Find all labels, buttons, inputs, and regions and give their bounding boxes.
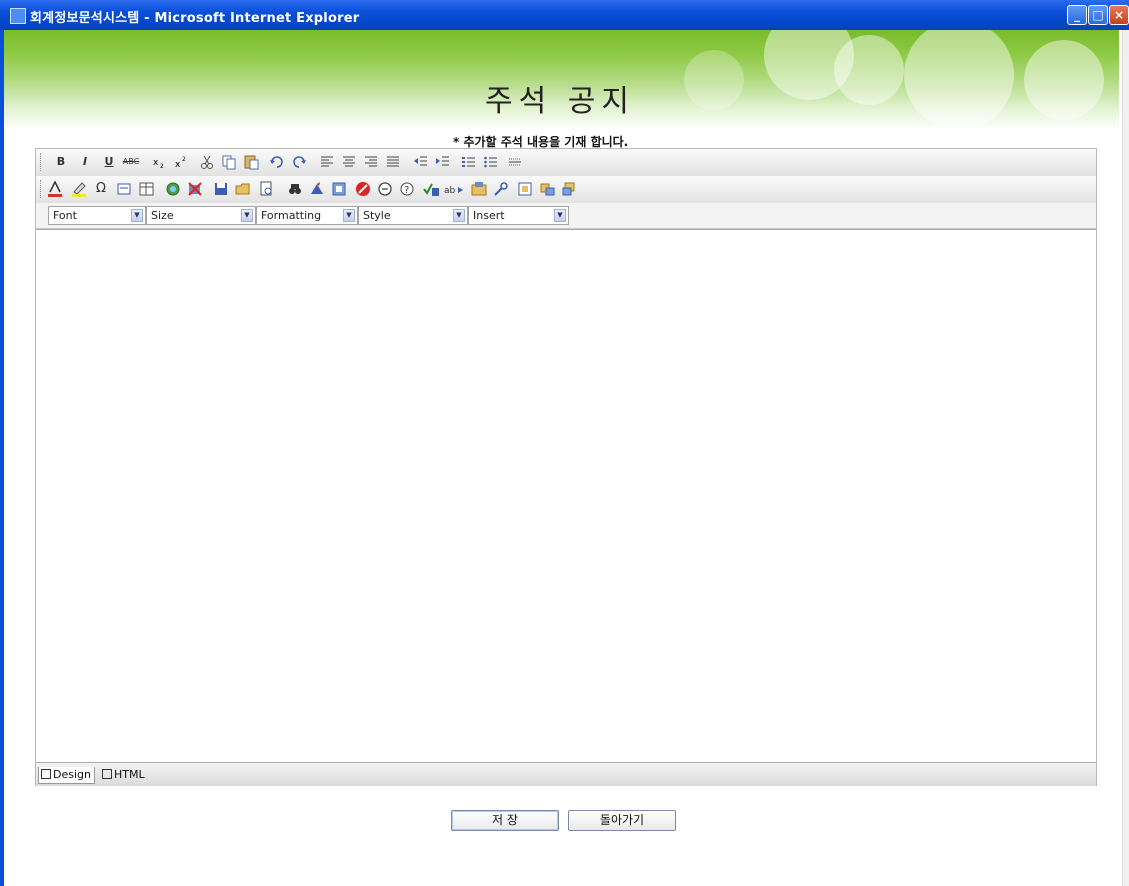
highlight-color-icon[interactable]: [70, 180, 88, 198]
bokeh-decoration: [1024, 40, 1104, 120]
find-icon[interactable]: [286, 180, 304, 198]
insert-link-icon[interactable]: [492, 180, 510, 198]
chevron-down-icon[interactable]: ▼: [241, 209, 253, 222]
editor-mode-bar: Design HTML: [36, 762, 1096, 786]
formatting-select[interactable]: Formatting ▼: [256, 206, 358, 225]
align-left-icon[interactable]: [318, 153, 336, 171]
undo-icon[interactable]: [268, 153, 286, 171]
svg-text:?: ?: [404, 185, 409, 196]
svg-text:x: x: [153, 158, 159, 168]
rich-text-editor: B I U ABC x2 x2 Ω ? ab Font ▼ Size ▼ For…: [35, 148, 1097, 786]
html-icon: [102, 769, 112, 779]
insert-media-icon[interactable]: [330, 180, 348, 198]
editor-content-area[interactable]: [36, 229, 1096, 762]
design-icon: [41, 769, 51, 779]
window-title: 회계정보문석시스템 - Microsoft Internet Explorer: [30, 11, 360, 26]
redo-icon[interactable]: [290, 153, 308, 171]
superscript-icon[interactable]: x2: [172, 153, 190, 171]
chevron-down-icon[interactable]: ▼: [453, 209, 465, 222]
ordered-list-icon[interactable]: [460, 153, 478, 171]
bookmark-icon[interactable]: [308, 180, 326, 198]
chevron-down-icon[interactable]: ▼: [343, 209, 355, 222]
window-titlebar: 회계정보문석시스템 - Microsoft Internet Explorer …: [0, 0, 1129, 30]
bold-button[interactable]: B: [52, 153, 70, 171]
dropdown-toolbar: Font ▼ Size ▼ Formatting ▼ Style ▼ Inser…: [36, 203, 1096, 229]
tab-html[interactable]: HTML: [100, 767, 148, 783]
outdent-icon[interactable]: [412, 153, 430, 171]
underline-button[interactable]: U: [100, 153, 118, 171]
svg-text:ab: ab: [444, 186, 456, 196]
cut-icon[interactable]: [198, 153, 216, 171]
indent-icon[interactable]: [434, 153, 452, 171]
paste-format-icon[interactable]: [560, 180, 578, 198]
close-button[interactable]: ×: [1109, 5, 1129, 25]
insert-select[interactable]: Insert ▼: [468, 206, 569, 225]
bokeh-decoration: [684, 50, 744, 110]
formatting-toolbar: B I U ABC x2 x2: [36, 149, 1096, 177]
insert-image-icon[interactable]: [164, 180, 182, 198]
insert-text-icon[interactable]: ab: [444, 180, 463, 198]
font-select[interactable]: Font ▼: [48, 206, 146, 225]
unordered-list-icon[interactable]: [482, 153, 500, 171]
minimize-button[interactable]: _: [1067, 5, 1087, 25]
special-character-icon[interactable]: Ω: [92, 180, 110, 198]
ie-app-icon: [10, 8, 26, 24]
toolbar-grip: [40, 180, 44, 198]
insert-template-icon[interactable]: [470, 180, 488, 198]
page-title: 주석 공지: [485, 84, 635, 119]
chevron-down-icon[interactable]: ▼: [554, 209, 566, 222]
svg-text:x: x: [175, 160, 181, 170]
toolbar-grip: [40, 153, 44, 171]
print-preview-icon[interactable]: [258, 180, 276, 198]
spellcheck-icon[interactable]: [422, 180, 440, 198]
justify-icon[interactable]: [384, 153, 402, 171]
help-icon[interactable]: ?: [398, 180, 416, 198]
zoom-icon[interactable]: [376, 180, 394, 198]
stop-icon[interactable]: [354, 180, 372, 198]
chevron-down-icon[interactable]: ▼: [131, 209, 143, 222]
bokeh-decoration: [834, 35, 904, 105]
insert-table-icon[interactable]: [138, 180, 156, 198]
italic-button[interactable]: I: [76, 153, 94, 171]
copy-format-icon[interactable]: [538, 180, 556, 198]
insert-form-icon[interactable]: [116, 180, 134, 198]
insert-toolbar: Ω ? ab: [36, 176, 1096, 204]
back-button[interactable]: 돌아가기: [568, 810, 676, 831]
strikethrough-button[interactable]: ABC: [122, 153, 140, 171]
svg-text:2: 2: [160, 163, 164, 170]
align-center-icon[interactable]: [340, 153, 358, 171]
maximize-button[interactable]: □: [1088, 5, 1108, 25]
tab-design[interactable]: Design: [38, 767, 95, 784]
remove-format-icon[interactable]: [186, 180, 204, 198]
subscript-icon[interactable]: x2: [150, 153, 168, 171]
align-right-icon[interactable]: [362, 153, 380, 171]
size-select[interactable]: Size ▼: [146, 206, 256, 225]
insert-anchor-icon[interactable]: [516, 180, 534, 198]
paste-icon[interactable]: [242, 153, 260, 171]
save-icon[interactable]: [212, 180, 230, 198]
save-button[interactable]: 저 장: [451, 810, 559, 831]
vertical-scrollbar[interactable]: [1122, 30, 1129, 886]
open-folder-icon[interactable]: [234, 180, 252, 198]
horizontal-rule-icon[interactable]: [506, 153, 524, 171]
svg-text:2: 2: [182, 156, 186, 163]
style-select[interactable]: Style ▼: [358, 206, 468, 225]
font-color-icon[interactable]: [46, 180, 64, 198]
copy-icon[interactable]: [220, 153, 238, 171]
bokeh-decoration: [904, 30, 1014, 130]
